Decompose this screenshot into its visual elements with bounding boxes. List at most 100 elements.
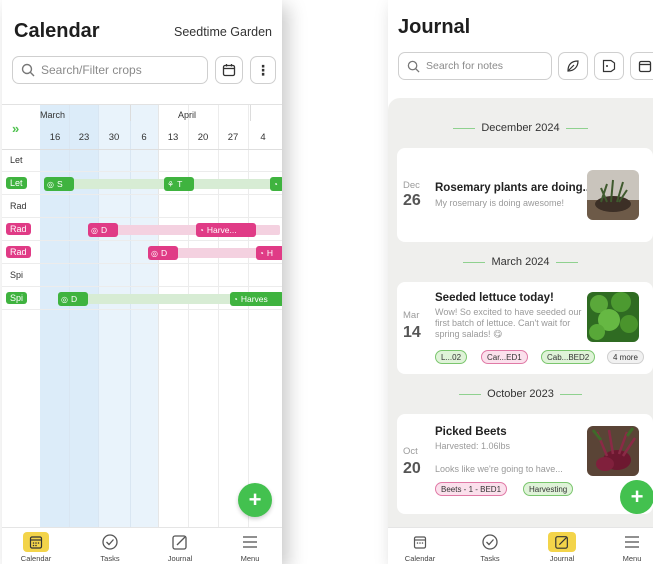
search-placeholder: Search/Filter crops: [41, 63, 142, 77]
journal-entries-list[interactable]: December 2024 Dec 26 Rosemary plants are…: [388, 98, 653, 528]
harvest-task-tag[interactable]: ◔ Harve...: [196, 223, 256, 237]
direct-sow-task-tag[interactable]: ◎ D: [88, 223, 118, 237]
calendar-icon: [23, 532, 49, 552]
section-header: December 2024: [388, 122, 653, 134]
filter-plant-button[interactable]: [558, 52, 588, 80]
nav-calendar[interactable]: Calendar: [390, 532, 450, 563]
more-options-button[interactable]: ⋮: [250, 56, 276, 84]
journal-entry-card[interactable]: Oct 20 Picked Beets Harvested: 1.06lbs L…: [397, 414, 653, 514]
nav-tasks[interactable]: Tasks: [460, 532, 520, 563]
edit-note-icon: [548, 532, 576, 552]
direct-sow-task-tag[interactable]: ◎ D: [148, 246, 178, 260]
crop-row-label[interactable]: Rad: [6, 200, 31, 212]
seed-icon: ◎: [151, 248, 158, 258]
menu-icon: [624, 535, 640, 549]
search-icon: [21, 63, 35, 77]
crop-row-label[interactable]: Spi: [6, 292, 28, 304]
harvest-icon: ◔: [199, 225, 204, 235]
filter-tag-button[interactable]: [594, 52, 624, 80]
calendar-icon: [413, 535, 427, 549]
entry-tag-chip[interactable]: Beets - 1 - BED1: [435, 482, 508, 496]
harvest-icon: ◔: [273, 179, 278, 189]
entry-body: Wow! So excited to have seeded our first…: [435, 307, 582, 339]
calendar-icon: [638, 59, 652, 73]
day-label: 4: [260, 132, 266, 143]
day-label: 6: [141, 132, 147, 143]
entry-title: Rosemary plants are doing...: [435, 182, 593, 194]
entry-photo: [587, 292, 639, 342]
section-header: October 2023: [388, 388, 653, 400]
sow-task-tag[interactable]: ◎ S: [44, 177, 74, 191]
journal-entry-card[interactable]: Dec 26 Rosemary plants are doing... My r…: [397, 148, 653, 242]
entry-subtitle: Harvested: 1.06lbs: [435, 441, 511, 451]
nav-journal[interactable]: Journal: [532, 532, 592, 563]
entry-title: Seeded lettuce today!: [435, 292, 554, 304]
month-label: March: [40, 110, 66, 120]
day-label: 13: [167, 132, 179, 143]
harvest-task-tag[interactable]: ◔: [270, 177, 282, 191]
page-title: Calendar: [14, 20, 100, 42]
entry-tag-chip[interactable]: Cab...BED2: [541, 350, 596, 364]
entry-body: My rosemary is doing awesome!: [435, 198, 565, 208]
day-label: 23: [78, 132, 90, 143]
entry-title: Picked Beets: [435, 426, 507, 438]
bottom-nav: Calendar Tasks Journal Menu: [2, 527, 282, 564]
highlight-column: [98, 105, 158, 529]
entry-tag-chip[interactable]: Car...ED1: [481, 350, 528, 364]
check-circle-icon: [101, 533, 119, 551]
harvest-icon: ◔: [233, 294, 238, 304]
harvest-task-tag[interactable]: ◔ Harves: [230, 292, 282, 306]
expand-chevron-icon[interactable]: »: [12, 121, 19, 136]
transplant-task-tag[interactable]: ⚘ T: [164, 177, 194, 191]
add-note-button[interactable]: +: [620, 480, 653, 514]
crop-row-label[interactable]: Let: [6, 154, 27, 166]
crop-row-label[interactable]: Spi: [6, 269, 27, 281]
tag-icon: [602, 59, 616, 73]
filter-date-button[interactable]: [630, 52, 653, 80]
day-label: 27: [227, 132, 239, 143]
search-icon: [407, 60, 420, 73]
page-title: Journal: [398, 16, 471, 38]
crop-search-input[interactable]: Search/Filter crops: [12, 56, 208, 84]
planting-timeline[interactable]: March April » 16 23 30 6 13 20 27 4 Let …: [2, 104, 282, 529]
direct-sow-task-tag[interactable]: ◎ D: [58, 292, 88, 306]
more-tags-chip[interactable]: 4 more: [607, 350, 644, 364]
section-header: March 2024: [388, 256, 653, 268]
seed-icon: ◎: [61, 294, 68, 304]
journal-screen: Journal Search for notes December 2024 D…: [388, 0, 653, 564]
entry-photo: [587, 426, 639, 476]
notes-search-input[interactable]: Search for notes: [398, 52, 552, 80]
harvest-icon: ◔: [259, 248, 264, 258]
entry-body: Looks like we're going to have...: [435, 464, 563, 474]
crop-row-label[interactable]: Rad: [6, 246, 31, 258]
seed-icon: ◎: [91, 225, 98, 235]
search-placeholder: Search for notes: [426, 60, 504, 72]
garden-selector[interactable]: Seedtime Garden: [174, 25, 272, 39]
nav-journal[interactable]: Journal: [150, 532, 210, 563]
add-crop-button[interactable]: +: [238, 483, 272, 517]
crop-row-label[interactable]: Rad: [6, 223, 31, 235]
leaf-icon: [566, 59, 580, 73]
calendar-screen: Calendar Seedtime Garden Search/Filter c…: [2, 0, 282, 564]
nav-calendar[interactable]: Calendar: [6, 532, 66, 563]
transplant-icon: ⚘: [167, 179, 175, 189]
menu-icon: [242, 535, 258, 549]
calendar-view-button[interactable]: [215, 56, 243, 84]
crop-row-label[interactable]: Let: [6, 177, 27, 189]
day-label: 20: [197, 132, 209, 143]
entry-tag-chip[interactable]: L...02: [435, 350, 468, 364]
edit-note-icon: [171, 533, 189, 551]
month-label: April: [178, 110, 197, 120]
calendar-icon: [222, 63, 236, 77]
harvest-task-tag[interactable]: ◔ H: [256, 246, 282, 260]
nav-menu[interactable]: Menu: [602, 532, 653, 563]
entry-tag-chip[interactable]: Harvesting: [523, 482, 574, 496]
nav-tasks[interactable]: Tasks: [80, 532, 140, 563]
journal-entry-card[interactable]: Mar 14 Seeded lettuce today! Wow! So exc…: [397, 282, 653, 374]
more-vertical-icon: ⋮: [256, 62, 270, 78]
day-label: 16: [49, 132, 61, 143]
check-circle-icon: [481, 533, 499, 551]
nav-menu[interactable]: Menu: [220, 532, 280, 563]
entry-photo: [587, 170, 639, 220]
seed-icon: ◎: [47, 179, 54, 189]
